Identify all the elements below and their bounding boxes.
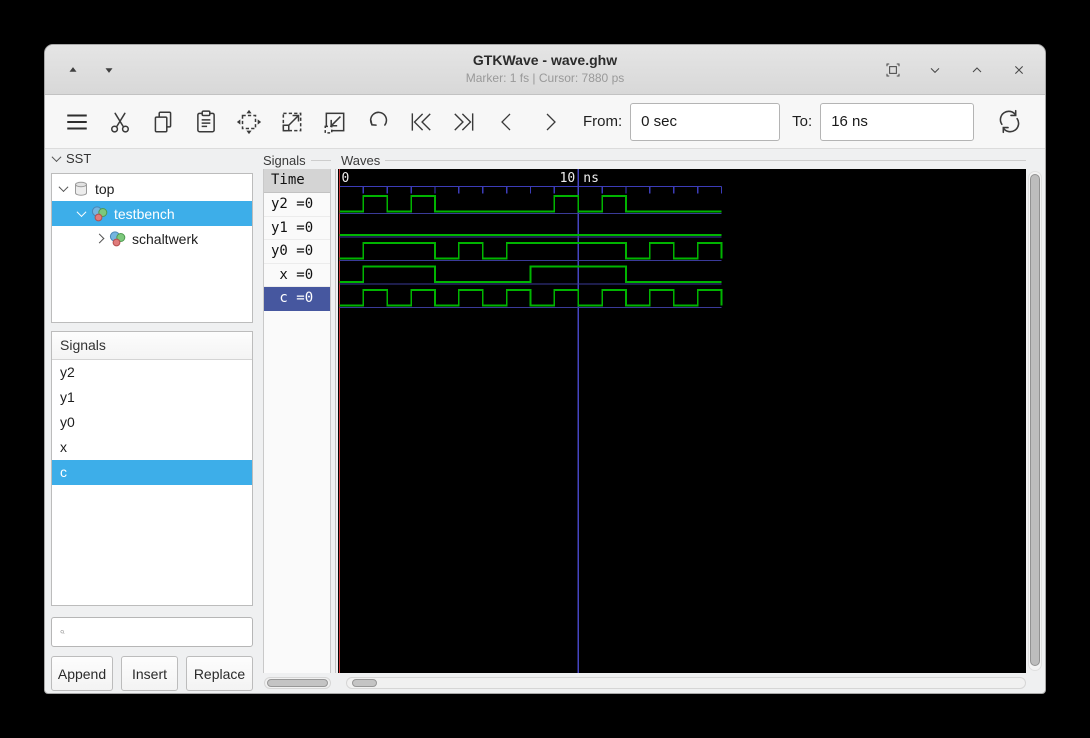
scrollbar-thumb[interactable] [352,679,377,687]
scrollbar-thumb[interactable] [267,679,328,687]
expander-chevron-icon [51,152,62,163]
zoom-in-button[interactable] [270,101,313,143]
replace-button[interactable]: Replace [186,656,253,691]
signal-facility-list: Signals y2 y1 y0 x c [51,331,253,606]
wave-names-column: Time y2 =0 y1 =0 y0 =0 x =0 c =0 [263,169,331,673]
waveform-y0 [339,242,723,260]
time-header[interactable]: Time [264,169,330,193]
signal-search[interactable] [51,617,253,647]
sst-tree: top testbench schaltwerk [51,173,253,323]
signal-list-item-y2[interactable]: y2 [52,360,252,385]
tree-item-label: top [95,180,115,197]
skip-to-end-icon [453,112,473,131]
step-right-button[interactable] [528,101,571,143]
reload-button[interactable] [988,101,1031,143]
cut-scissors-icon [110,112,129,133]
shade-up-triangle-icon [69,66,77,72]
paste-button[interactable] [184,101,227,143]
zoom-in-arrow-icon [282,112,301,131]
cut-button[interactable] [98,101,141,143]
waveform-x [339,265,722,283]
signal-list-item-y0[interactable]: y0 [52,410,252,435]
wave-name-y2[interactable]: y2 =0 [264,193,330,217]
tree-item-label: schaltwerk [132,230,199,247]
close-button[interactable] [1009,60,1029,80]
gtkwave-window: GTKWave - wave.ghw Marker: 1 fs | Cursor… [44,44,1046,694]
sst-label: SST [66,151,92,166]
chevron-down-icon [930,67,940,73]
menu-button[interactable] [55,101,98,143]
chevron-down-icon[interactable] [58,182,69,193]
wave-canvas[interactable]: 0 10 ns [338,169,1026,673]
shade-up-button[interactable] [63,60,83,80]
append-button[interactable]: Append [51,656,113,691]
titlebar[interactable]: GTKWave - wave.ghw Marker: 1 fs | Cursor… [45,45,1045,95]
signal-list-item-x[interactable]: x [52,435,252,460]
zoom-fit-icon [236,109,261,134]
wave-name-c[interactable]: c =0 [264,287,330,311]
waveform-c [339,289,723,307]
toolbar: From: To: [45,95,1045,149]
step-left-button[interactable] [485,101,528,143]
from-input[interactable] [630,102,781,141]
to-label: To: [792,113,813,130]
skip-to-start-button[interactable] [399,101,442,143]
wave-name-y0[interactable]: y0 =0 [264,240,330,264]
search-input[interactable] [71,618,252,646]
tree-item-top[interactable]: top [52,176,252,201]
shade-down-triangle-icon [105,67,113,73]
zoom-fit-button[interactable] [227,101,270,143]
tree-item-testbench[interactable]: testbench [52,201,252,226]
signal-list-item-c[interactable]: c [52,460,252,485]
chevron-right-icon[interactable] [94,233,105,244]
restore-frame-icon [886,62,900,77]
svg-text:ns: ns [583,171,599,186]
waves-horizontal-scrollbar[interactable] [346,677,1026,689]
waveform-y2 [339,195,722,213]
main-content: SST top testbench schaltwerk Signals y2 … [45,149,1045,693]
waves-vertical-scrollbar[interactable] [1028,171,1042,671]
undo-button[interactable] [356,101,399,143]
zoom-out-arrow-icon [323,112,344,134]
sst-expander[interactable]: SST [51,151,92,166]
skip-to-start-icon [411,112,431,131]
wave-name-y1[interactable]: y1 =0 [264,217,330,240]
hierarchy-bubbles-icon [91,205,108,221]
step-left-icon [500,113,510,130]
module-cylinder-icon [75,181,87,196]
chevron-down-icon[interactable] [76,207,87,218]
copy-button[interactable] [141,101,184,143]
undo-icon [369,111,387,126]
step-right-icon [546,113,556,130]
minimize-button[interactable] [925,60,945,80]
hierarchy-bubbles-icon [109,230,126,246]
wave-name-x[interactable]: x =0 [264,264,330,287]
maximize-button[interactable] [967,60,987,80]
to-input[interactable] [820,102,975,141]
names-horizontal-scrollbar[interactable] [264,677,331,689]
reload-icon [999,109,1020,134]
skip-to-end-button[interactable] [442,101,485,143]
tree-item-schaltwerk[interactable]: schaltwerk [52,226,252,251]
scrollbar-thumb[interactable] [1030,174,1040,666]
from-label: From: [583,113,623,130]
waves-frame-label: Waves [341,153,1026,168]
chevron-up-icon [972,66,982,72]
signals-column-header[interactable]: Signals [52,332,252,360]
tree-item-label: testbench [114,205,175,222]
menu-icon [66,114,87,129]
svg-text:0: 0 [342,171,350,186]
insert-button[interactable]: Insert [121,656,178,691]
names-frame-label: Signals [263,153,331,168]
paste-clipboard-icon [196,109,215,133]
svg-text:10: 10 [560,171,576,186]
copy-icon [154,110,171,133]
signal-list-item-y1[interactable]: y1 [52,385,252,410]
close-icon [1014,65,1024,74]
shade-down-button[interactable] [99,60,119,80]
zoom-out-button[interactable] [313,101,356,143]
restore-button[interactable] [883,60,903,80]
search-icon [60,630,65,635]
